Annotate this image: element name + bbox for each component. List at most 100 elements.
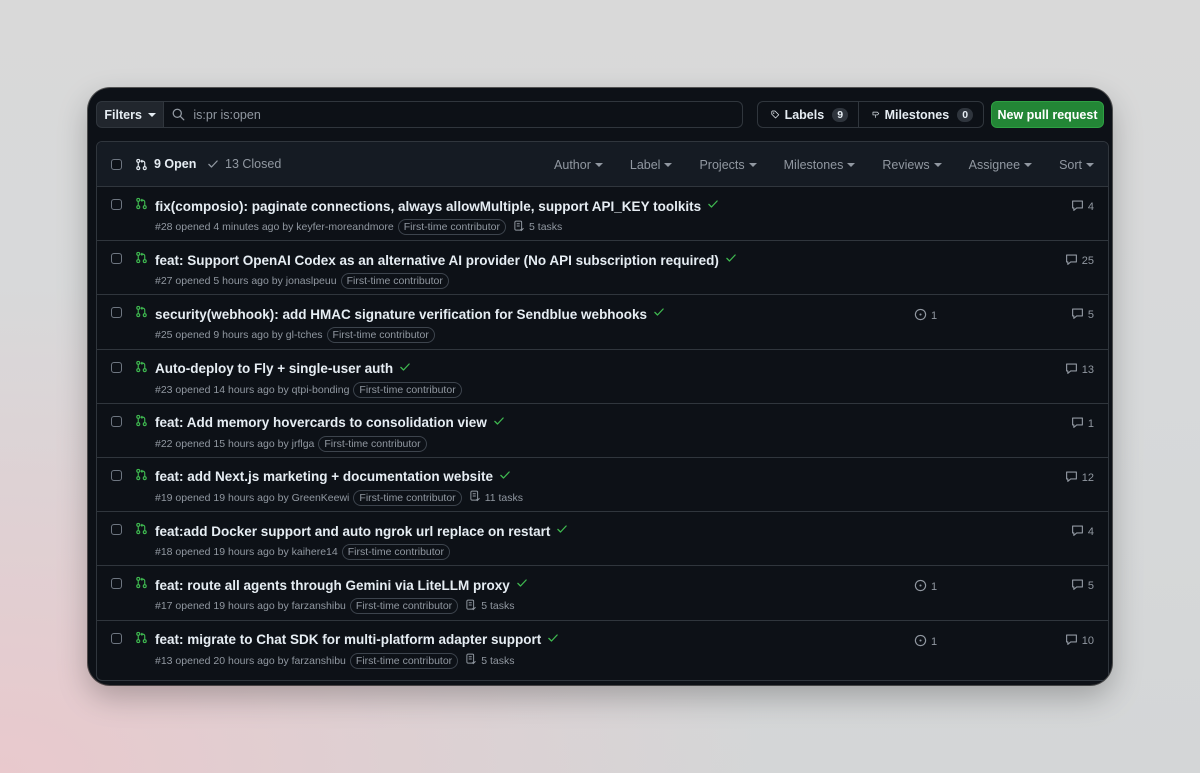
labels-milestones-group: Labels 9 Milestones 0 bbox=[757, 101, 985, 128]
open-pull-request-icon bbox=[135, 522, 148, 540]
open-count-label: 9 Open bbox=[154, 157, 197, 171]
pull-request-row[interactable]: feat: migrate to Chat SDK for multi-plat… bbox=[97, 621, 1108, 675]
new-pull-request-button[interactable]: New pull request bbox=[991, 101, 1104, 128]
chevron-down-icon bbox=[1024, 162, 1033, 167]
label-filter[interactable]: Label bbox=[630, 158, 673, 172]
comments-link[interactable]: 10 bbox=[1065, 633, 1094, 649]
labels-label: Labels bbox=[784, 107, 825, 122]
row-checkbox[interactable] bbox=[111, 469, 122, 481]
comments-link[interactable]: 25 bbox=[1065, 253, 1094, 269]
check-passed-icon[interactable] bbox=[547, 631, 559, 649]
row-checkbox[interactable] bbox=[111, 307, 122, 319]
comments-link[interactable]: 1 bbox=[1071, 416, 1094, 432]
comment-count: 5 bbox=[1087, 309, 1094, 322]
comments-link[interactable]: 4 bbox=[1071, 199, 1094, 215]
tag-icon bbox=[771, 110, 780, 119]
pr-meta: #27 opened 5 hours ago by jonaslpeuu Firs… bbox=[155, 273, 449, 290]
comments-link[interactable]: 5 bbox=[1071, 578, 1094, 594]
row-checkbox[interactable] bbox=[111, 632, 122, 644]
check-passed-icon[interactable] bbox=[653, 305, 665, 323]
author-filter-label: Author bbox=[554, 157, 591, 172]
search-icon bbox=[172, 108, 185, 121]
pr-title-line: feat: migrate to Chat SDK for multi-plat… bbox=[155, 631, 559, 649]
task-progress: 5 tasks bbox=[465, 653, 514, 668]
row-checkbox[interactable] bbox=[111, 415, 122, 427]
comments-link[interactable]: 12 bbox=[1065, 470, 1094, 486]
linked-issues[interactable]: 1 bbox=[914, 634, 937, 650]
pr-title-line: feat:add Docker support and auto ngrok u… bbox=[155, 522, 568, 540]
pr-title-link[interactable]: security(webhook): add HMAC signature ve… bbox=[155, 307, 647, 322]
task-progress: 5 tasks bbox=[513, 220, 562, 235]
labels-button[interactable]: Labels 9 bbox=[757, 101, 860, 128]
milestones-button[interactable]: Milestones 0 bbox=[859, 101, 985, 128]
check-passed-icon[interactable] bbox=[399, 360, 411, 378]
pr-title-link[interactable]: Auto-deploy to Fly + single-user auth bbox=[155, 361, 393, 376]
task-progress: 11 tasks bbox=[469, 490, 523, 505]
pr-meta: #28 opened 4 minutes ago by keyfer-morea… bbox=[155, 219, 562, 235]
linked-issue-count: 1 bbox=[931, 310, 938, 323]
pr-title-link[interactable]: feat: migrate to Chat SDK for multi-plat… bbox=[155, 632, 541, 647]
row-checkbox[interactable] bbox=[111, 253, 122, 265]
assignee-filter[interactable]: Assignee bbox=[969, 158, 1033, 172]
pull-request-row[interactable]: Auto-deploy to Fly + single-user auth #23… bbox=[97, 350, 1108, 404]
pr-title-line: security(webhook): add HMAC signature ve… bbox=[155, 305, 665, 323]
chevron-down-icon bbox=[664, 162, 673, 167]
pull-request-row[interactable]: feat: Add memory hovercards to consolida… bbox=[97, 404, 1108, 458]
comments-link[interactable]: 5 bbox=[1071, 307, 1094, 323]
pull-request-row[interactable]: security(webhook): add HMAC signature ve… bbox=[97, 295, 1108, 350]
milestones-count-badge: 0 bbox=[957, 107, 974, 122]
row-checkbox[interactable] bbox=[111, 578, 122, 590]
first-time-contributor-label: First-time contributor bbox=[341, 544, 451, 561]
milestones-filter[interactable]: Milestones bbox=[784, 158, 856, 172]
pull-request-row[interactable]: fix(composio): paginate connections, alw… bbox=[97, 187, 1108, 242]
check-passed-icon[interactable] bbox=[707, 197, 719, 215]
pr-title-link[interactable]: feat: Support OpenAI Codex as an alterna… bbox=[155, 253, 719, 268]
first-time-contributor-label: First-time contributor bbox=[397, 219, 507, 235]
comment-count: 25 bbox=[1081, 255, 1094, 268]
linked-issues[interactable]: 1 bbox=[914, 579, 937, 595]
comments-link[interactable]: 4 bbox=[1071, 524, 1094, 540]
linked-issues[interactable]: 1 bbox=[914, 308, 937, 324]
linked-issue-count: 1 bbox=[931, 581, 938, 594]
check-passed-icon[interactable] bbox=[556, 522, 568, 540]
row-checkbox[interactable] bbox=[111, 199, 122, 210]
pull-request-list: 9 Open 13 Closed Author Label Projects M… bbox=[96, 141, 1109, 681]
author-filter[interactable]: Author bbox=[554, 158, 603, 172]
task-count: 5 tasks bbox=[529, 221, 563, 233]
comments-link[interactable]: 13 bbox=[1065, 362, 1094, 378]
pr-title-link[interactable]: feat:add Docker support and auto ngrok u… bbox=[155, 524, 550, 539]
comment-icon bbox=[1071, 199, 1084, 215]
projects-filter[interactable]: Projects bbox=[699, 158, 757, 172]
first-time-contributor-label: First-time contributor bbox=[349, 598, 459, 615]
task-progress: 5 tasks bbox=[465, 599, 514, 614]
comment-icon bbox=[1071, 524, 1084, 540]
pr-title-link[interactable]: feat: route all agents through Gemini vi… bbox=[155, 578, 510, 593]
header-filter-menus: Author Label Projects Milestones Reviews… bbox=[527, 142, 1094, 187]
select-all-checkbox[interactable] bbox=[111, 159, 122, 170]
row-checkbox[interactable] bbox=[111, 361, 122, 373]
filters-button[interactable]: Filters bbox=[96, 101, 165, 128]
pull-request-row[interactable]: feat:add Docker support and auto ngrok u… bbox=[97, 512, 1108, 567]
pr-title-line: feat: Support OpenAI Codex as an alterna… bbox=[155, 251, 737, 269]
check-passed-icon[interactable] bbox=[493, 414, 505, 432]
pull-request-row[interactable]: feat: add Next.js marketing + documentat… bbox=[97, 458, 1108, 513]
check-passed-icon[interactable] bbox=[516, 576, 528, 594]
check-passed-icon[interactable] bbox=[725, 251, 737, 269]
pr-title-link[interactable]: feat: add Next.js marketing + documentat… bbox=[155, 469, 493, 484]
pull-request-row[interactable]: feat: route all agents through Gemini vi… bbox=[97, 566, 1108, 621]
sort-filter[interactable]: Sort bbox=[1059, 158, 1094, 172]
search-input[interactable] bbox=[193, 107, 694, 122]
reviews-filter[interactable]: Reviews bbox=[882, 158, 942, 172]
closed-filter-tab[interactable]: 13 Closed bbox=[207, 157, 281, 171]
check-passed-icon[interactable] bbox=[499, 468, 511, 486]
pr-title-link[interactable]: feat: Add memory hovercards to consolida… bbox=[155, 415, 487, 430]
comment-icon bbox=[1065, 470, 1078, 486]
search-box[interactable] bbox=[164, 101, 744, 128]
pr-meta: #13 opened 20 hours ago by farzanshibu Fi… bbox=[155, 652, 514, 669]
open-filter-tab[interactable]: 9 Open bbox=[135, 157, 196, 171]
pr-meta: #25 opened 9 hours ago by gl-tches First-… bbox=[155, 327, 435, 344]
pr-title-link[interactable]: fix(composio): paginate connections, alw… bbox=[155, 199, 701, 214]
row-checkbox[interactable] bbox=[111, 524, 122, 536]
pull-request-row[interactable]: feat: Support OpenAI Codex as an alterna… bbox=[97, 241, 1108, 296]
tasklist-icon bbox=[469, 490, 481, 505]
